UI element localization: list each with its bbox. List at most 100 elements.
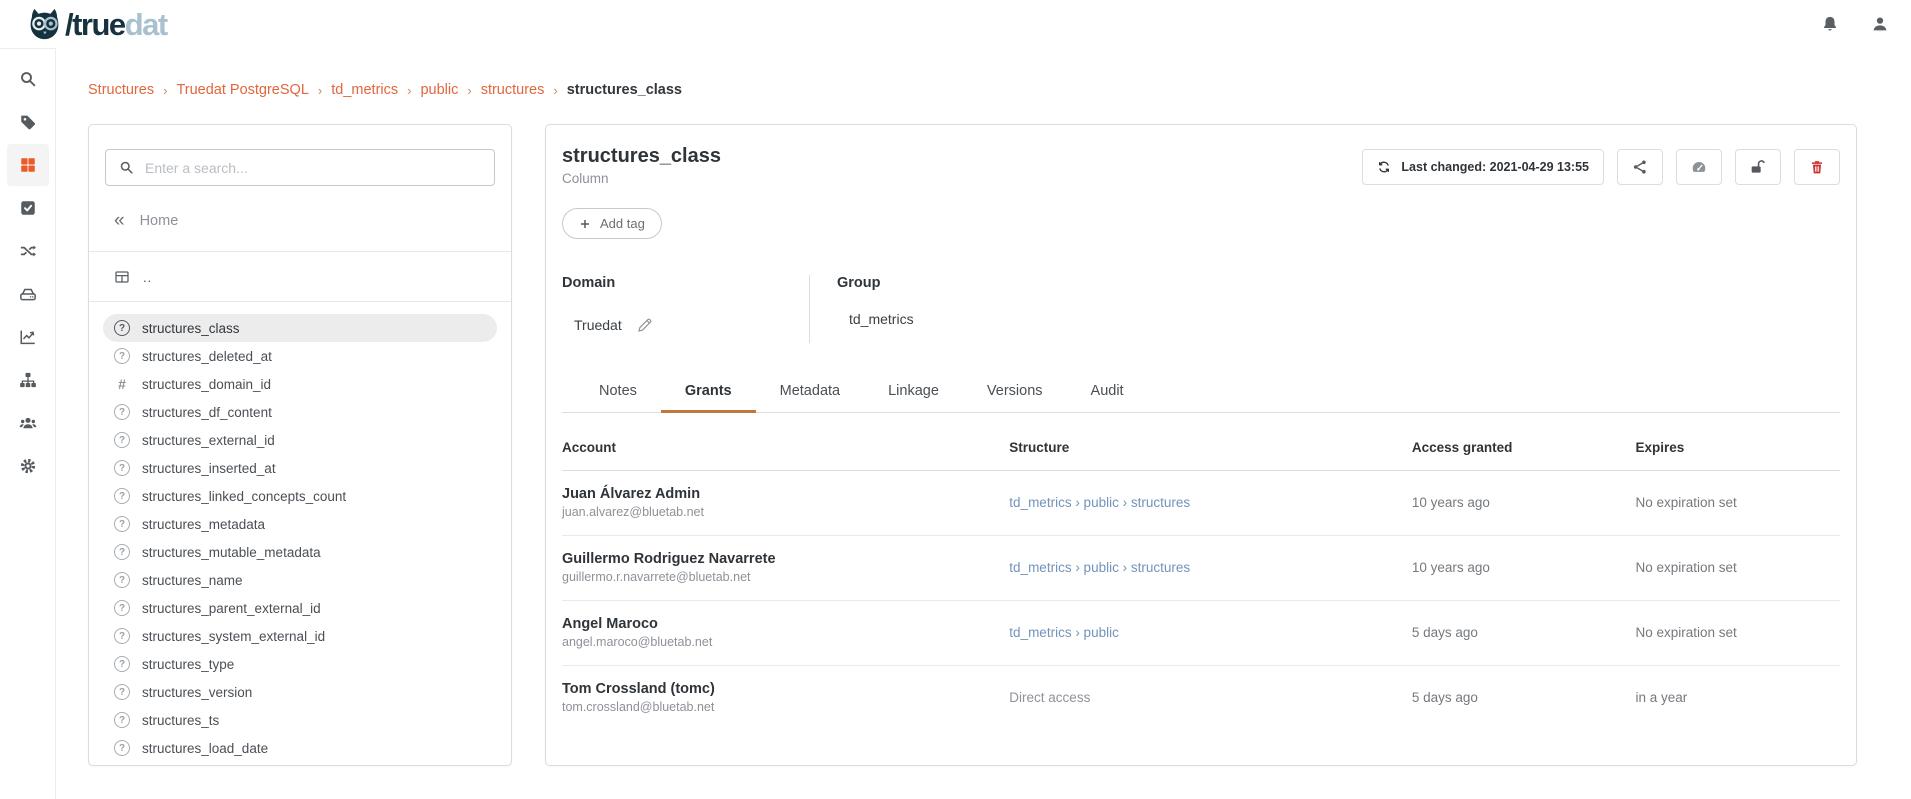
- table-icon: [114, 269, 130, 285]
- question-circle-icon: ?: [114, 712, 130, 728]
- structure-link[interactable]: td_metrics › public: [1009, 625, 1119, 640]
- breadcrumb-link-table[interactable]: structures: [481, 82, 545, 98]
- tab-grants[interactable]: Grants: [661, 374, 756, 413]
- tags-icon: [19, 113, 37, 131]
- content-area: Structures › Truedat PostgreSQL › td_met…: [56, 48, 1911, 799]
- structure-link[interactable]: td_metrics › public › structures: [1009, 560, 1190, 575]
- sidebar-item-label: structures_domain_id: [142, 377, 271, 392]
- breadcrumb-separator: ›: [467, 83, 471, 98]
- breadcrumb-separator: ›: [407, 83, 411, 98]
- sidebar-item-label: structures_mutable_metadata: [142, 545, 321, 560]
- quality-gauge-button[interactable]: [1676, 149, 1722, 185]
- question-circle-icon: ?: [114, 488, 130, 504]
- detail-tabs: Notes Grants Metadata Linkage Versions A…: [562, 374, 1840, 413]
- access-granted-value: 10 years ago: [1412, 560, 1490, 575]
- rail-item-tags[interactable]: [7, 101, 49, 143]
- sidebar-item-label: structures_metadata: [142, 517, 265, 532]
- expires-cell: No expiration set: [1636, 536, 1841, 601]
- table-row: Tom Crossland (tomc) tom.crossland@bluet…: [562, 666, 1840, 731]
- domain-block: Domain Truedat: [562, 275, 810, 343]
- grant-user-name: Juan Álvarez Admin: [562, 486, 1009, 502]
- breadcrumb-current: structures_class: [567, 82, 682, 98]
- access-granted-cell: 5 days ago: [1412, 666, 1636, 731]
- delete-button[interactable]: [1794, 149, 1840, 185]
- access-granted-cell: 10 years ago: [1412, 471, 1636, 536]
- structure-cell: td_metrics › public › structures: [1009, 536, 1412, 601]
- structure-detail-panel: structures_class Column Last changed: 20…: [545, 124, 1857, 766]
- sidebar-item-structures-metadata[interactable]: ? structures_metadata: [103, 510, 497, 538]
- expires-value: No expiration set: [1636, 495, 1737, 510]
- sidebar-item-structures-type[interactable]: ? structures_type: [103, 650, 497, 678]
- sidebar-item-structures-mutable-metadata[interactable]: ? structures_mutable_metadata: [103, 538, 497, 566]
- tab-audit[interactable]: Audit: [1067, 374, 1148, 413]
- catalog-grid-icon: [19, 156, 37, 174]
- grant-user-name: Tom Crossland (tomc): [562, 681, 1009, 697]
- rail-item-quality[interactable]: [7, 187, 49, 229]
- sidebar-item-structures-version[interactable]: ? structures_version: [103, 678, 497, 706]
- domain-group-section: Domain Truedat Group td_metrics: [562, 275, 1840, 343]
- rail-item-search[interactable]: [7, 58, 49, 100]
- group-block: Group td_metrics: [810, 275, 914, 343]
- add-tag-button[interactable]: Add tag: [562, 208, 662, 239]
- rail-item-users[interactable]: [7, 402, 49, 444]
- breadcrumb-link-system[interactable]: Truedat PostgreSQL: [176, 82, 308, 98]
- sidebar-item-structures-inserted-at[interactable]: ? structures_inserted_at: [103, 454, 497, 482]
- tab-notes[interactable]: Notes: [575, 374, 661, 413]
- unlock-button[interactable]: [1735, 149, 1781, 185]
- truedat-owl-icon: [26, 7, 63, 41]
- expires-value: No expiration set: [1636, 625, 1737, 640]
- question-circle-icon: ?: [114, 740, 130, 756]
- sidebar-item-structures-name[interactable]: ? structures_name: [103, 566, 497, 594]
- sidebar-item-structures-domain-id[interactable]: # structures_domain_id: [103, 370, 497, 398]
- home-collapse-row[interactable]: « Home: [114, 211, 497, 230]
- search-input[interactable]: [145, 160, 481, 176]
- parent-table-item[interactable]: ..: [114, 269, 497, 285]
- breadcrumb-link-schema[interactable]: public: [420, 82, 458, 98]
- breadcrumb-separator: ›: [553, 83, 557, 98]
- trash-icon: [1809, 159, 1825, 175]
- rail-item-dashboards[interactable]: [7, 316, 49, 358]
- share-button[interactable]: [1617, 149, 1663, 185]
- domain-value: Truedat: [574, 317, 622, 333]
- sidebar-item-structures-ts[interactable]: ? structures_ts: [103, 706, 497, 734]
- grant-user-email: angel.maroco@bluetab.net: [562, 635, 1009, 649]
- sidebar-item-label: structures_version: [142, 685, 252, 700]
- sidebar-item-structures-parent-external-id[interactable]: ? structures_parent_external_id: [103, 594, 497, 622]
- edit-pencil-icon[interactable]: [637, 317, 653, 333]
- sidebar-item-structures-linked-concepts-count[interactable]: ? structures_linked_concepts_count: [103, 482, 497, 510]
- rail-item-settings[interactable]: [7, 445, 49, 487]
- rail-item-systems[interactable]: [7, 273, 49, 315]
- user-icon[interactable]: [1871, 15, 1889, 33]
- account-cell: Angel Maroco angel.maroco@bluetab.net: [562, 601, 1009, 666]
- column-header-structure: Structure: [1009, 413, 1412, 471]
- sidebar-item-structures-load-date[interactable]: ? structures_load_date: [103, 734, 497, 762]
- share-icon: [1632, 159, 1648, 175]
- table-row: Angel Maroco angel.maroco@bluetab.net td…: [562, 601, 1840, 666]
- sidebar-item-structures-df-content[interactable]: ? structures_df_content: [103, 398, 497, 426]
- truedat-logo[interactable]: /truedat: [26, 7, 167, 41]
- question-circle-icon: ?: [114, 320, 130, 336]
- table-row: Juan Álvarez Admin juan.alvarez@bluetab.…: [562, 471, 1840, 536]
- double-chevron-left-icon: «: [114, 211, 125, 230]
- rail-item-lineage[interactable]: [7, 230, 49, 272]
- tab-linkage[interactable]: Linkage: [864, 374, 963, 413]
- search-icon: [119, 160, 134, 175]
- bell-icon[interactable]: [1821, 15, 1839, 33]
- sidebar-item-structures-class[interactable]: ? structures_class: [103, 314, 497, 342]
- structure-link[interactable]: td_metrics › public › structures: [1009, 495, 1190, 510]
- breadcrumb-link-database[interactable]: td_metrics: [331, 82, 398, 98]
- rail-item-catalog[interactable]: [7, 144, 49, 186]
- sidebar-item-label: structures_deleted_at: [142, 349, 272, 364]
- tab-metadata[interactable]: Metadata: [756, 374, 864, 413]
- sidebar-item-structures-external-id[interactable]: ? structures_external_id: [103, 426, 497, 454]
- rail-item-taxonomy[interactable]: [7, 359, 49, 401]
- sidebar-item-label: structures_system_external_id: [142, 629, 325, 644]
- last-changed-button[interactable]: Last changed: 2021-04-29 13:55: [1362, 149, 1604, 185]
- sidebar-item-structures-deleted-at[interactable]: ? structures_deleted_at: [103, 342, 497, 370]
- tab-versions[interactable]: Versions: [963, 374, 1067, 413]
- sidebar-item-label: structures_external_id: [142, 433, 275, 448]
- sidebar-item-structures-system-external-id[interactable]: ? structures_system_external_id: [103, 622, 497, 650]
- account-cell: Guillermo Rodriguez Navarrete guillermo.…: [562, 536, 1009, 601]
- grant-user-name: Angel Maroco: [562, 616, 1009, 632]
- breadcrumb-link-structures[interactable]: Structures: [88, 82, 154, 98]
